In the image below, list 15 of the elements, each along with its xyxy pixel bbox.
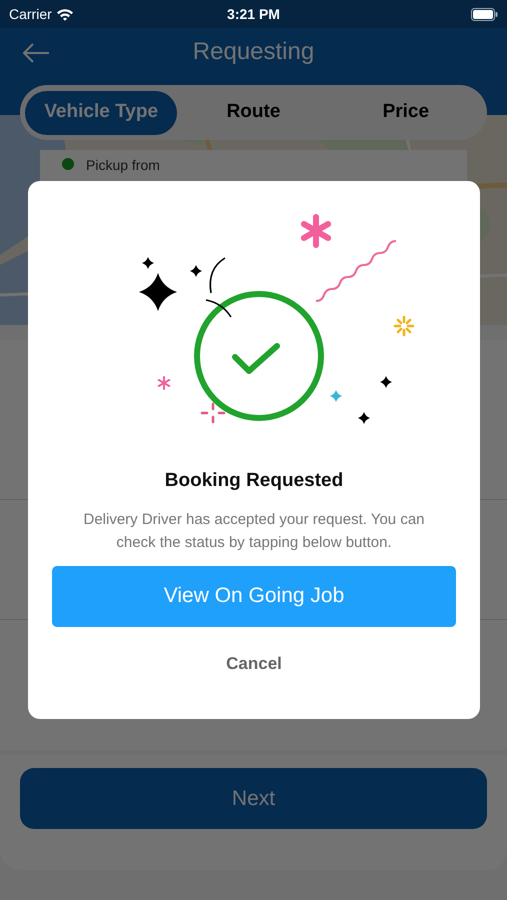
cancel-button[interactable]: Cancel bbox=[218, 650, 290, 676]
back-arrow-icon[interactable] bbox=[22, 42, 50, 64]
next-button[interactable]: Next bbox=[20, 768, 487, 829]
tab[interactable]: Price bbox=[330, 90, 482, 134]
carrier-label: Carrier bbox=[9, 4, 52, 24]
view-job-button[interactable]: View On Going Job bbox=[52, 566, 456, 626]
dialog-title: Booking Requested bbox=[164, 469, 344, 493]
header-title: Requesting bbox=[192, 37, 314, 67]
tab[interactable]: Route bbox=[177, 90, 330, 134]
dialog-message: Delivery Driver has accepted your request. You can check the status by tapping below button. bbox=[82, 510, 426, 552]
tab[interactable]: Vehicle Type bbox=[25, 90, 178, 134]
pickup-label: Pickup from bbox=[86, 156, 160, 175]
battery-icon bbox=[471, 8, 498, 20]
status-time: 3:21 PM bbox=[227, 4, 280, 24]
wifi-icon bbox=[56, 8, 74, 20]
